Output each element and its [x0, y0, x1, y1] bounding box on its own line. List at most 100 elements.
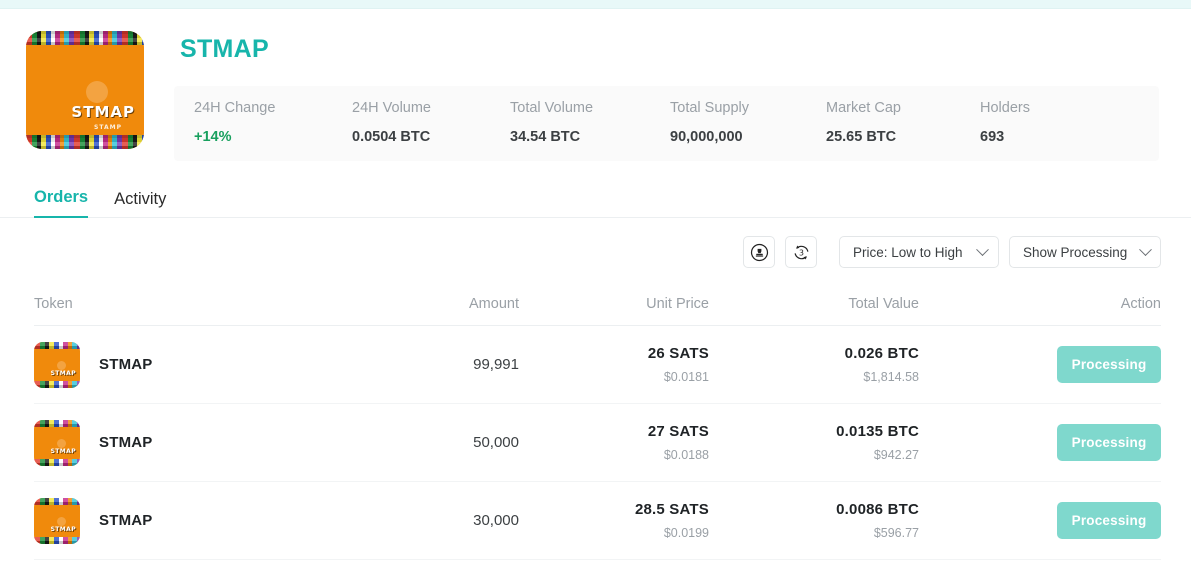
- logo-wordmark: STMAP: [50, 447, 76, 455]
- logo-pixel-band-top: [34, 497, 80, 505]
- row-total-value-usd: $1,814.58: [863, 370, 919, 384]
- column-header-unit-price: Unit Price: [646, 295, 709, 312]
- status-filter-label: Show Processing: [1023, 244, 1128, 260]
- row-total-value-usd: $596.77: [873, 526, 919, 540]
- stat-24h-change: 24H Change +14%: [174, 100, 332, 145]
- column-header-total-value: Total Value: [848, 295, 919, 312]
- column-header-amount: Amount: [469, 295, 519, 312]
- token-header: STMAP STAMP STMAP 24H Change +14% 24H Vo…: [0, 9, 1191, 161]
- row-token-cell: STMAP STMAP: [34, 497, 304, 544]
- refresh-countdown-icon: 3: [794, 244, 808, 260]
- row-total-value-cell: 0.0086 BTC $596.77: [709, 501, 919, 540]
- logo-pixel-band-top: [26, 31, 144, 45]
- row-unit-price-usd: $0.0199: [663, 526, 709, 540]
- processing-button[interactable]: Processing: [1057, 346, 1161, 383]
- row-token-name: STMAP: [99, 512, 153, 529]
- stat-market-cap: Market Cap 25.65 BTC: [806, 100, 960, 145]
- stat-value: 90,000,000: [670, 129, 743, 145]
- token-header-right: STMAP 24H Change +14% 24H Volume 0.0504 …: [174, 25, 1159, 161]
- logo-sun-mark: [57, 360, 66, 370]
- stat-label: Market Cap: [826, 100, 901, 116]
- tab-bar: Orders Activity: [0, 169, 1191, 218]
- row-action-cell: Processing: [919, 424, 1161, 461]
- row-unit-price: 26 SATS: [647, 345, 709, 362]
- row-total-value: 0.026 BTC: [844, 345, 919, 362]
- table-header-row: Token Amount Unit Price Total Value Acti…: [34, 282, 1161, 326]
- stat-label: 24H Change: [194, 100, 276, 116]
- status-filter-select[interactable]: Show Processing: [1009, 236, 1161, 268]
- stat-label: Total Supply: [670, 100, 749, 116]
- row-token-logo: STMAP: [34, 341, 80, 388]
- logo-pixel-band-bottom: [34, 380, 80, 388]
- logo-sun-mark: [57, 516, 66, 526]
- logo-pixel-band-bottom: [34, 458, 80, 466]
- token-market-page: STMAP STAMP STMAP 24H Change +14% 24H Vo…: [0, 0, 1191, 567]
- page-content: STMAP STAMP STMAP 24H Change +14% 24H Vo…: [0, 9, 1191, 567]
- logo-wordmark: STMAP: [50, 525, 76, 533]
- stat-value: 34.54 BTC: [510, 129, 581, 145]
- row-token-name: STMAP: [99, 434, 153, 451]
- row-total-value-cell: 0.0135 BTC $942.27: [709, 423, 919, 462]
- column-header-token: Token: [34, 295, 73, 312]
- stat-total-supply: Total Supply 90,000,000: [650, 100, 806, 145]
- row-total-value: 0.0086 BTC: [836, 501, 919, 518]
- stat-value: 0.0504 BTC: [352, 129, 431, 145]
- table-row[interactable]: STMAP STMAP 99,991 26 SATS $0.0181 0.026…: [34, 326, 1161, 404]
- table-row[interactable]: STMAP STMAP 50,000 27 SATS $0.0188 0.013…: [34, 404, 1161, 482]
- row-unit-price: 27 SATS: [647, 423, 709, 440]
- row-unit-price-usd: $0.0188: [663, 448, 709, 462]
- row-unit-price-cell: 27 SATS $0.0188: [519, 423, 709, 462]
- logo-pixel-band-top: [34, 419, 80, 427]
- row-token-name: STMAP: [99, 356, 153, 373]
- stamp-circle-icon: [750, 243, 768, 261]
- refresh-countdown-button[interactable]: 3: [785, 236, 817, 268]
- token-stats-bar: 24H Change +14% 24H Volume 0.0504 BTC To…: [174, 86, 1159, 161]
- chevron-down-icon: [1139, 242, 1153, 256]
- column-header-action: Action: [1120, 295, 1161, 312]
- orders-table: Token Amount Unit Price Total Value Acti…: [0, 282, 1191, 567]
- token-logo: STMAP STAMP: [26, 31, 144, 149]
- logo-subword: STAMP: [94, 124, 122, 131]
- tab-orders[interactable]: Orders: [34, 188, 89, 218]
- row-amount: 99,991: [473, 356, 519, 373]
- logo-wordmark: STMAP: [50, 369, 76, 377]
- stamp-circle-icon-button[interactable]: [743, 236, 775, 268]
- row-amount: 50,000: [473, 434, 519, 451]
- row-total-value: 0.0135 BTC: [836, 423, 919, 440]
- sort-select[interactable]: Price: Low to High: [839, 236, 999, 268]
- table-row[interactable]: STMAP STMAP 30.0 SATS 0.0073 BTC Process…: [34, 560, 1161, 567]
- stat-label: Holders: [980, 100, 1030, 116]
- page-title: STMAP: [180, 35, 269, 63]
- stat-value: +14%: [194, 129, 232, 145]
- logo-wordmark: STMAP: [71, 103, 135, 121]
- row-amount: 30,000: [473, 512, 519, 529]
- logo-pixel-band-bottom: [34, 536, 80, 544]
- stat-value: 25.65 BTC: [826, 129, 897, 145]
- logo-sun-mark: [57, 438, 66, 448]
- processing-button[interactable]: Processing: [1057, 424, 1161, 461]
- sort-select-label: Price: Low to High: [853, 244, 963, 260]
- stat-label: 24H Volume: [352, 100, 431, 116]
- stat-holders: Holders 693: [960, 100, 1100, 145]
- tab-activity[interactable]: Activity: [114, 190, 166, 218]
- row-token-logo: STMAP: [34, 419, 80, 466]
- row-token-cell: STMAP STMAP: [34, 341, 304, 388]
- stat-value: 693: [980, 129, 1005, 145]
- row-action-cell: Processing: [919, 346, 1161, 383]
- svg-text:3: 3: [799, 248, 804, 257]
- stat-label: Total Volume: [510, 100, 594, 116]
- row-unit-price-usd: $0.0181: [663, 370, 709, 384]
- row-total-value-cell: 0.026 BTC $1,814.58: [709, 345, 919, 384]
- row-total-value-usd: $942.27: [873, 448, 919, 462]
- table-row[interactable]: STMAP STMAP 30,000 28.5 SATS $0.0199 0.0…: [34, 482, 1161, 560]
- row-token-logo: STMAP: [34, 497, 80, 544]
- processing-button[interactable]: Processing: [1057, 502, 1161, 539]
- row-token-cell: STMAP STMAP: [34, 419, 304, 466]
- stat-24h-volume: 24H Volume 0.0504 BTC: [332, 100, 490, 145]
- logo-pixel-band-top: [34, 341, 80, 349]
- row-unit-price-cell: 26 SATS $0.0181: [519, 345, 709, 384]
- logo-pixel-band-bottom: [26, 135, 144, 149]
- row-unit-price-cell: 28.5 SATS $0.0199: [519, 501, 709, 540]
- page-top-strip: [0, 0, 1191, 9]
- row-unit-price: 28.5 SATS: [634, 501, 709, 518]
